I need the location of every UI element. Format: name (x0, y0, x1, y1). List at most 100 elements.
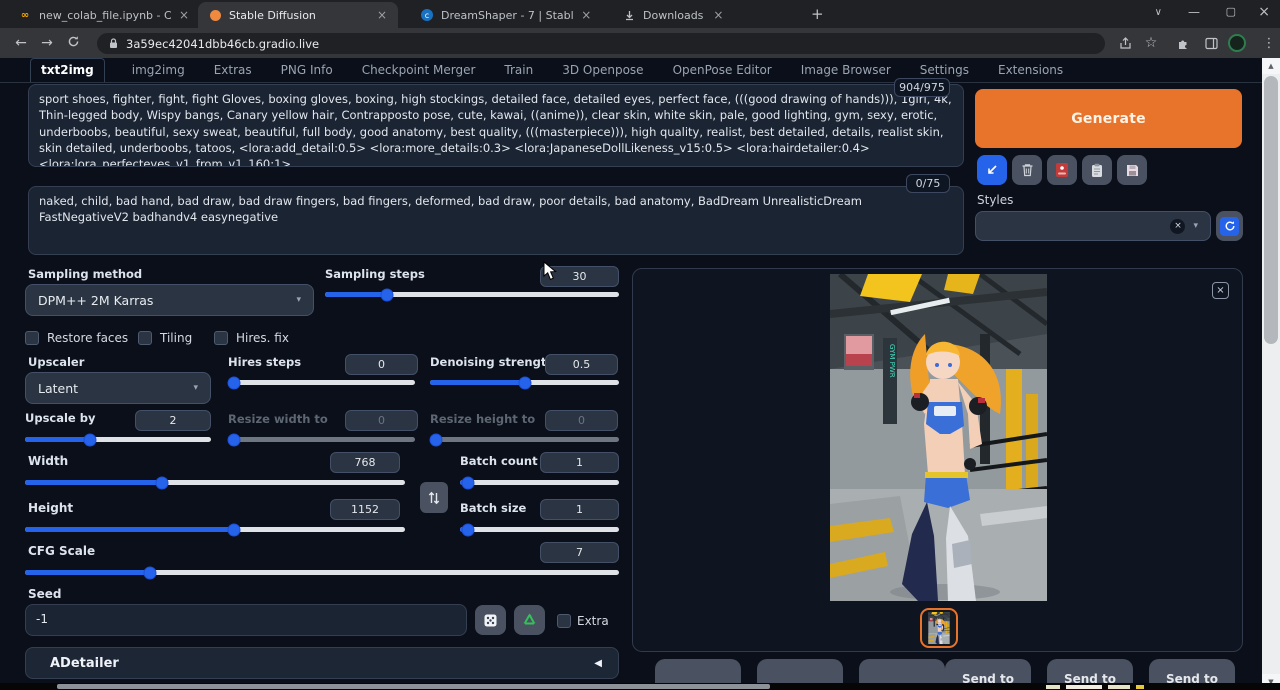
height-value[interactable]: 1152 (330, 499, 400, 520)
browser-menu-kebab-icon[interactable]: ⋮ (1258, 32, 1280, 54)
tab-close-icon[interactable]: × (581, 7, 592, 23)
generate-button[interactable]: Generate (975, 89, 1242, 148)
height-label: Height (28, 501, 73, 515)
random-seed-button[interactable] (475, 605, 506, 635)
extra-networks-button[interactable] (1047, 155, 1077, 185)
upscaler-dropdown[interactable]: Latent ▾ (25, 372, 211, 404)
browser-tab-dreamshaper[interactable]: c DreamShaper - 7 | Stable Diffusio × (410, 2, 600, 28)
swap-dimensions-button[interactable] (420, 482, 448, 513)
tab-close-icon[interactable]: × (710, 7, 726, 23)
sampling-steps-slider[interactable] (325, 292, 619, 297)
width-slider[interactable] (25, 480, 405, 485)
tab-txt2img[interactable]: txt2img (30, 58, 105, 82)
sidepanel-icon[interactable] (1200, 32, 1222, 54)
extensions-puzzle-icon[interactable] (1172, 32, 1194, 54)
accordion-arrow-icon: ◀ (594, 658, 602, 669)
hires-fix-label: Hires. fix (236, 331, 289, 345)
batch-count-value[interactable]: 1 (540, 452, 619, 473)
refresh-icon (1224, 220, 1236, 232)
tab-img2img[interactable]: img2img (130, 59, 187, 82)
prompt-input[interactable]: sport shoes, fighter, fight, fight Glove… (28, 84, 964, 167)
window-maximize-button[interactable]: ▢ (1226, 5, 1236, 18)
tab-search-icon[interactable]: ∨ (1155, 7, 1162, 18)
generated-image[interactable]: GYM PWR (830, 274, 1047, 601)
seed-input[interactable]: -1 (25, 604, 467, 636)
read-parameters-button[interactable] (977, 155, 1007, 185)
negative-prompt-input[interactable]: naked, child, bad hand, bad draw, bad dr… (28, 186, 964, 255)
clear-styles-icon[interactable]: × (1170, 219, 1185, 234)
sampling-method-value: DPM++ 2M Karras (38, 293, 153, 308)
forward-icon[interactable]: → (34, 35, 60, 51)
width-value[interactable]: 768 (330, 452, 400, 473)
hires-steps-slider[interactable] (228, 380, 415, 385)
batch-size-slider[interactable] (460, 527, 619, 532)
restore-faces-checkbox[interactable] (25, 331, 39, 345)
bookmark-star-icon[interactable]: ☆ (1140, 32, 1162, 54)
cfg-scale-slider[interactable] (25, 570, 619, 575)
reuse-seed-button[interactable] (514, 605, 545, 635)
browser-tab-title: new_colab_file.ipynb - Colaborat (39, 9, 171, 22)
profile-avatar[interactable] (1226, 32, 1248, 54)
floppy-icon (1126, 164, 1139, 177)
tab-image-browser[interactable]: Image Browser (799, 59, 893, 82)
scrollbar-up-icon[interactable]: ▲ (1262, 58, 1280, 74)
adetailer-accordion[interactable]: ADetailer ◀ (25, 647, 619, 679)
window-close-button[interactable]: × (1258, 4, 1270, 20)
resize-height-slider (430, 437, 619, 442)
close-preview-icon[interactable]: × (1212, 282, 1229, 299)
bottom-overlay-strip (0, 683, 1280, 690)
back-icon[interactable]: ← (8, 35, 34, 51)
tab-close-icon[interactable]: × (178, 7, 190, 23)
batch-size-value[interactable]: 1 (540, 499, 619, 520)
extra-seed-checkbox[interactable] (557, 614, 571, 628)
restore-faces-label: Restore faces (47, 331, 128, 345)
tab-openpose-editor[interactable]: OpenPose Editor (671, 59, 774, 82)
denoising-strength-value[interactable]: 0.5 (545, 354, 618, 375)
upscale-by-slider[interactable] (25, 437, 211, 442)
sampling-steps-label: Sampling steps (325, 267, 425, 281)
reload-icon[interactable] (60, 35, 86, 52)
resize-height-value: 0 (545, 410, 618, 431)
prompt-token-counter: 904/975 (894, 78, 950, 97)
browser-tab-stable-diffusion[interactable]: Stable Diffusion × (198, 2, 398, 28)
sampling-method-dropdown[interactable]: DPM++ 2M Karras ▾ (25, 284, 314, 316)
upscaler-label: Upscaler (28, 355, 84, 369)
tab-extras[interactable]: Extras (212, 59, 254, 82)
scrollbar-thumb[interactable] (1264, 76, 1278, 344)
browser-tab-colab[interactable]: ∞ new_colab_file.ipynb - Colaborat × (8, 2, 198, 28)
tab-close-icon[interactable]: × (374, 7, 390, 23)
swap-arrows-icon (428, 491, 440, 505)
sampling-method-label: Sampling method (28, 267, 142, 281)
denoising-strength-slider[interactable] (430, 380, 619, 385)
download-icon (622, 8, 636, 22)
browser-tab-downloads[interactable]: Downloads × (612, 2, 797, 28)
page-scrollbar[interactable]: ▲ ▼ (1262, 58, 1280, 690)
batch-count-label: Batch count (460, 454, 538, 468)
address-bar[interactable]: 3a59ec42041dbb46cb.gradio.live (97, 33, 1105, 54)
tab-extensions[interactable]: Extensions (996, 59, 1065, 82)
hires-steps-value[interactable]: 0 (345, 354, 418, 375)
refresh-styles-button[interactable] (1216, 211, 1243, 241)
apply-styles-button[interactable] (1082, 155, 1112, 185)
tiling-checkbox[interactable] (138, 331, 152, 345)
tiling-label: Tiling (160, 331, 192, 345)
tab-3d-openpose[interactable]: 3D Openpose (560, 59, 645, 82)
tab-checkpoint-merger[interactable]: Checkpoint Merger (360, 59, 478, 82)
new-tab-button[interactable]: + (811, 5, 824, 23)
seed-label: Seed (28, 587, 62, 601)
screen: ∞ new_colab_file.ipynb - Colaborat × Sta… (0, 0, 1280, 690)
gallery-thumbnail[interactable] (920, 608, 958, 648)
height-slider[interactable] (25, 527, 405, 532)
save-style-button[interactable] (1117, 155, 1147, 185)
batch-count-slider[interactable] (460, 480, 619, 485)
cfg-scale-value[interactable]: 7 (540, 542, 619, 563)
window-minimize-button[interactable]: — (1188, 5, 1200, 19)
hires-fix-checkbox[interactable] (214, 331, 228, 345)
denoising-strength-label: Denoising strength (430, 355, 555, 369)
tab-png-info[interactable]: PNG Info (279, 59, 335, 82)
clear-prompt-button[interactable] (1012, 155, 1042, 185)
tab-train[interactable]: Train (502, 59, 535, 82)
share-icon[interactable] (1114, 32, 1136, 54)
upscale-by-value[interactable]: 2 (135, 410, 211, 431)
styles-dropdown[interactable]: × ▾ (975, 211, 1211, 241)
